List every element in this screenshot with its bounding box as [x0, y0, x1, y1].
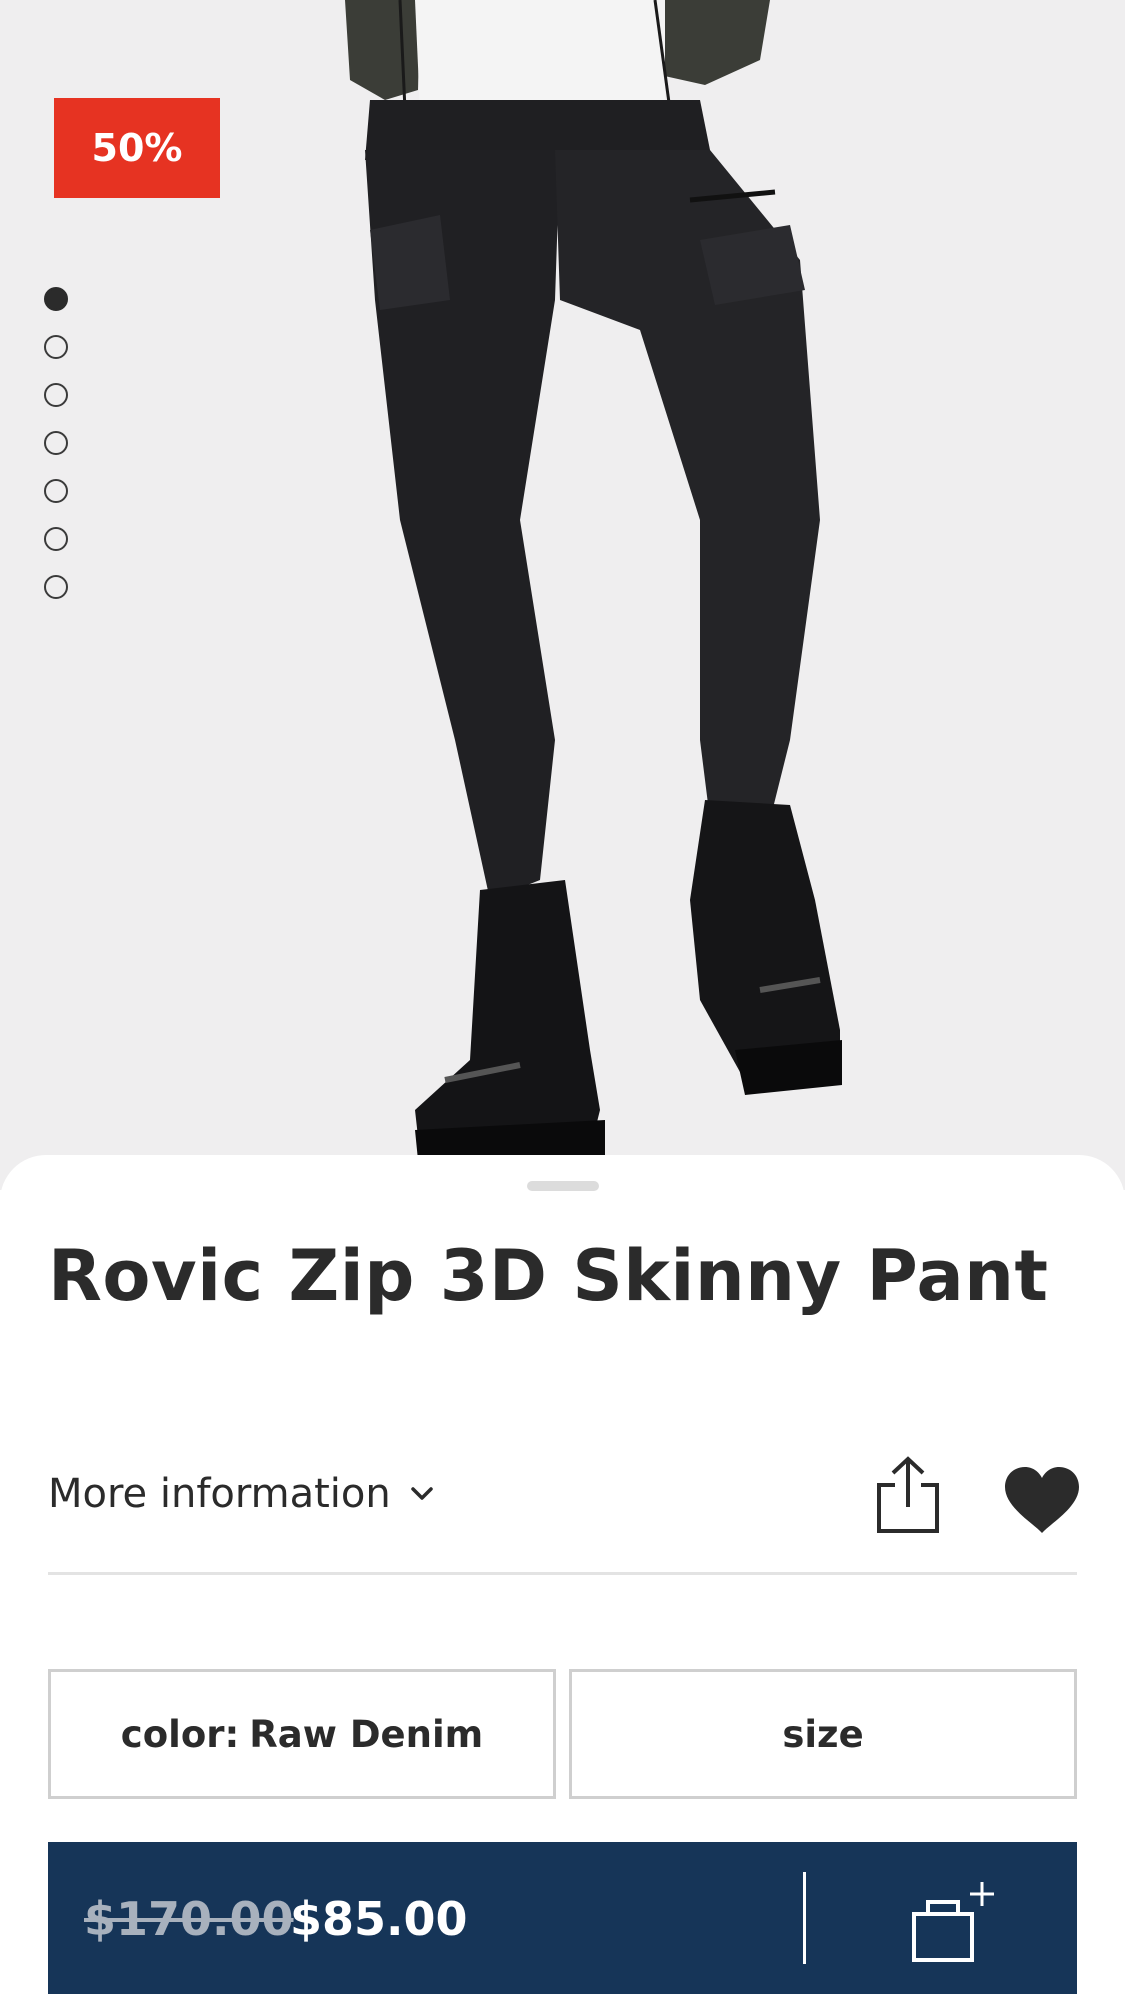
product-title: Rovic Zip 3D Skinny Pant — [48, 1235, 1049, 1317]
heart-icon[interactable] — [1003, 1465, 1081, 1535]
sale-price: $85.00 — [290, 1892, 468, 1946]
sheet-grabber[interactable] — [527, 1181, 599, 1191]
more-information-toggle[interactable]: More information — [48, 1471, 435, 1517]
color-label: color: — [120, 1712, 240, 1756]
product-details-sheet: Rovic Zip 3D Skinny Pant More informatio… — [0, 1155, 1125, 2011]
carousel-dot[interactable] — [44, 287, 68, 311]
carousel-dot[interactable] — [44, 335, 68, 359]
share-icon[interactable] — [873, 1455, 943, 1535]
size-label: size — [782, 1712, 864, 1756]
more-information-label: More information — [48, 1471, 391, 1517]
carousel-indicator[interactable] — [44, 287, 68, 623]
buy-divider — [803, 1872, 806, 1964]
carousel-dot[interactable] — [44, 431, 68, 455]
add-to-bag-button[interactable]: $170.00 $85.00 — [48, 1842, 1077, 1994]
carousel-dot[interactable] — [44, 527, 68, 551]
color-selector[interactable]: color: Raw Denim — [48, 1669, 556, 1799]
info-actions-row: More information — [48, 1455, 1079, 1575]
color-value: Raw Denim — [249, 1712, 484, 1756]
bag-plus-icon[interactable] — [910, 1878, 1002, 1964]
carousel-dot[interactable] — [44, 383, 68, 407]
discount-badge: 50% — [54, 98, 220, 198]
size-selector[interactable]: size — [569, 1669, 1077, 1799]
product-page: 50% Rovic Zip 3D Skinny Pant More inform… — [0, 0, 1125, 2011]
original-price: $170.00 — [84, 1892, 294, 1946]
option-selectors: color: Raw Denim size — [48, 1669, 1077, 1799]
carousel-dot[interactable] — [44, 575, 68, 599]
chevron-down-icon — [410, 1487, 433, 1500]
carousel-dot[interactable] — [44, 479, 68, 503]
product-image-carousel[interactable]: 50% — [0, 0, 1125, 1190]
